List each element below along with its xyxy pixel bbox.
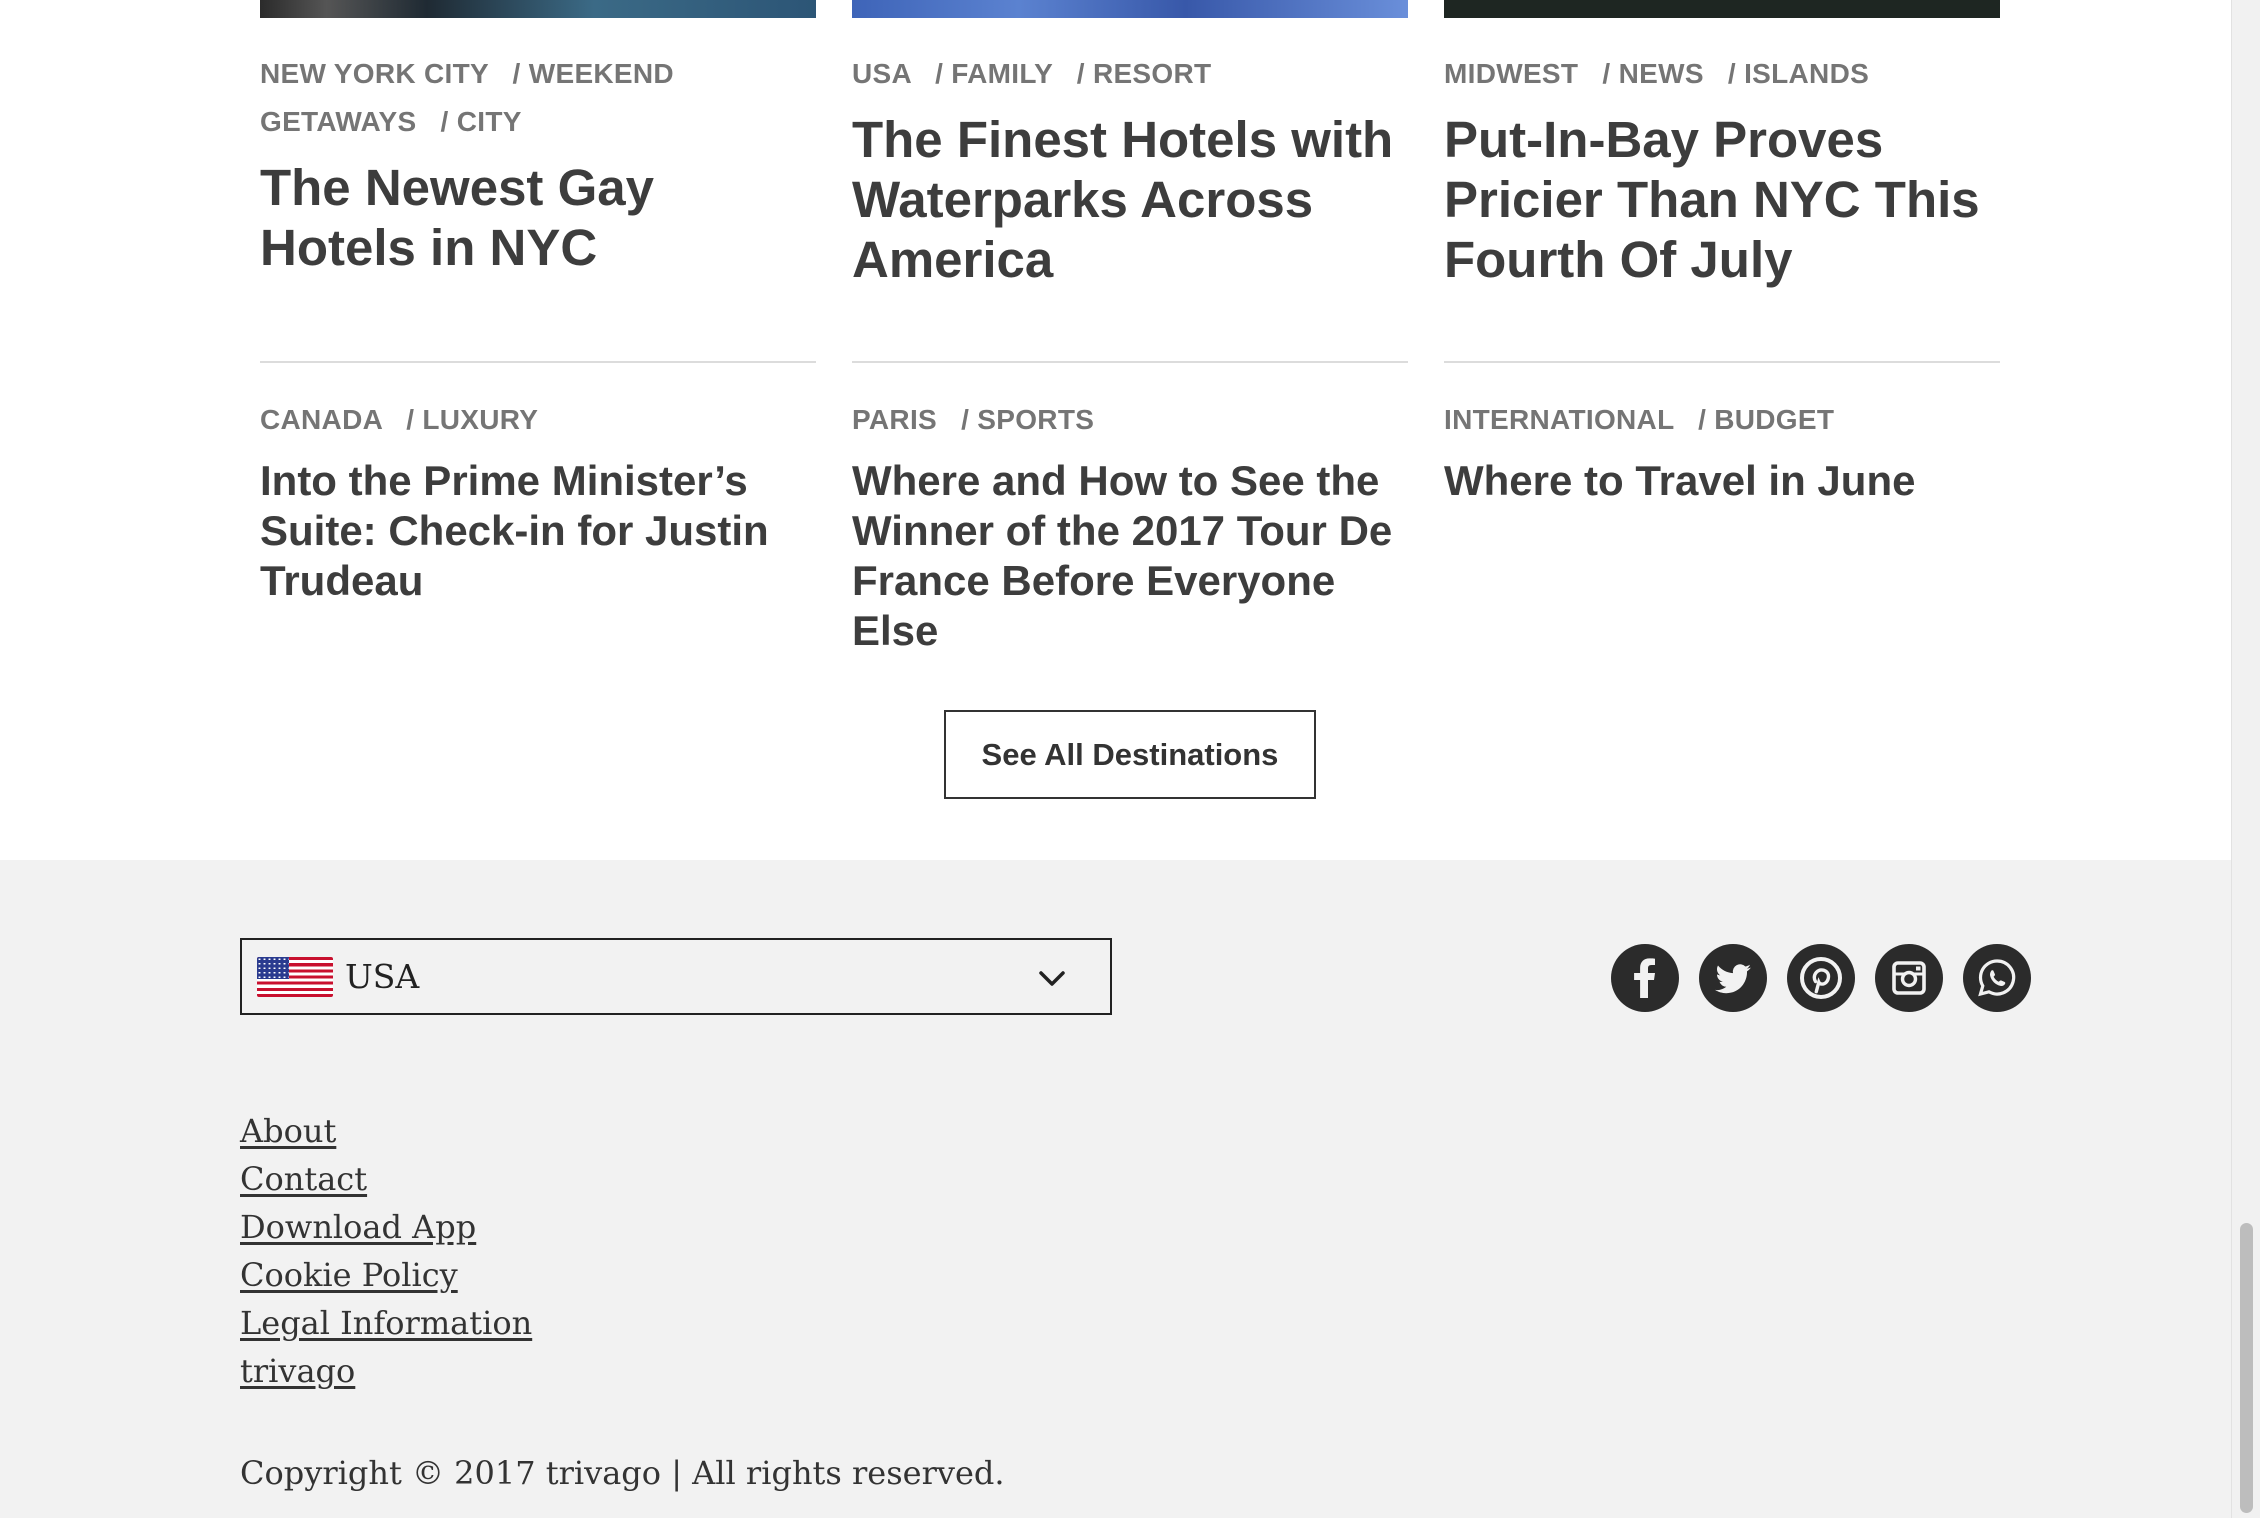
tag-separator: / [440, 106, 449, 137]
footer-link-about[interactable]: About [240, 1107, 532, 1155]
tag-link[interactable]: MIDWEST [1444, 58, 1578, 89]
instagram-icon[interactable] [1875, 944, 1943, 1012]
tag-separator: / [512, 58, 521, 89]
tag-link[interactable]: FAMILY [951, 58, 1052, 89]
tag-link[interactable]: LUXURY [422, 404, 538, 435]
scrollbar-thumb[interactable] [2240, 1223, 2253, 1513]
tag-link[interactable]: NEWS [1619, 58, 1704, 89]
tag-link[interactable]: ISLANDS [1744, 58, 1869, 89]
article-card[interactable]: USA / FAMILY / RESORT The Finest Hotels … [852, 50, 1408, 290]
article-title[interactable]: Where to Travel in June [1444, 456, 2000, 506]
tag-separator: / [935, 58, 944, 89]
country-select[interactable]: USA [240, 938, 1112, 1015]
article-card[interactable]: NEW YORK CITY / WEEKEND GETAWAYS / CITY … [260, 50, 816, 278]
article-image[interactable] [1444, 0, 2000, 18]
tag-separator: / [406, 404, 415, 435]
footer: USA About Contact Download App Cookie Po… [0, 860, 2231, 1518]
article-card[interactable]: CANADA / LUXURY Into the Prime Minister’… [260, 396, 816, 606]
article-tags: USA / FAMILY / RESORT [852, 50, 1408, 98]
tag-separator: / [1602, 58, 1611, 89]
footer-link-legal-information[interactable]: Legal Information [240, 1299, 532, 1347]
see-all-destinations-button[interactable]: See All Destinations [944, 710, 1316, 799]
tag-separator: / [1698, 404, 1707, 435]
articles-section: NEW YORK CITY / WEEKEND GETAWAYS / CITY … [0, 0, 2231, 860]
facebook-icon[interactable] [1611, 944, 1679, 1012]
tag-link[interactable]: CANADA [260, 404, 382, 435]
divider [260, 361, 816, 363]
scrollbar[interactable] [2231, 0, 2260, 1518]
tag-link[interactable]: NEW YORK CITY [260, 58, 488, 89]
article-title[interactable]: Where and How to See the Winner of the 2… [852, 456, 1408, 656]
article-title[interactable]: The Finest Hotels with Waterparks Across… [852, 110, 1408, 290]
footer-link-contact[interactable]: Contact [240, 1155, 532, 1203]
tag-link[interactable]: CITY [457, 106, 522, 137]
article-card[interactable]: INTERNATIONAL / BUDGET Where to Travel i… [1444, 396, 2000, 506]
article-tags: CANADA / LUXURY [260, 396, 816, 444]
tag-link[interactable]: RESORT [1093, 58, 1211, 89]
pinterest-icon[interactable] [1787, 944, 1855, 1012]
article-card[interactable]: PARIS / SPORTS Where and How to See the … [852, 396, 1408, 656]
tag-separator: / [1076, 58, 1085, 89]
twitter-icon[interactable] [1699, 944, 1767, 1012]
tag-link[interactable]: SPORTS [977, 404, 1094, 435]
article-title[interactable]: The Newest Gay Hotels in NYC [260, 158, 816, 278]
article-tags: PARIS / SPORTS [852, 396, 1408, 444]
tag-link[interactable]: BUDGET [1714, 404, 1834, 435]
page: NEW YORK CITY / WEEKEND GETAWAYS / CITY … [0, 0, 2260, 1518]
article-tags: MIDWEST / NEWS / ISLANDS [1444, 50, 2000, 98]
article-image[interactable] [260, 0, 816, 18]
tag-link[interactable]: PARIS [852, 404, 937, 435]
footer-link-download-app[interactable]: Download App [240, 1203, 532, 1251]
footer-links: About Contact Download App Cookie Policy… [240, 1107, 532, 1395]
country-select-value: USA [345, 957, 420, 996]
tag-link[interactable]: USA [852, 58, 911, 89]
article-card[interactable]: MIDWEST / NEWS / ISLANDS Put-In-Bay Prov… [1444, 50, 2000, 290]
footer-link-trivago[interactable]: trivago [240, 1347, 532, 1395]
tag-separator: / [1727, 58, 1736, 89]
article-tags: NEW YORK CITY / WEEKEND GETAWAYS / CITY [260, 50, 816, 146]
chevron-down-icon [1039, 971, 1065, 986]
article-tags: INTERNATIONAL / BUDGET [1444, 396, 2000, 444]
copyright-text: Copyright © 2017 trivago | All rights re… [240, 1454, 1005, 1492]
divider [1444, 361, 2000, 363]
article-title[interactable]: Put-In-Bay Proves Pricier Than NYC This … [1444, 110, 2000, 290]
tag-link[interactable]: INTERNATIONAL [1444, 404, 1674, 435]
divider [852, 361, 1408, 363]
footer-link-cookie-policy[interactable]: Cookie Policy [240, 1251, 532, 1299]
article-title[interactable]: Into the Prime Minister’s Suite: Check-i… [260, 456, 816, 606]
article-image[interactable] [852, 0, 1408, 18]
tag-separator: / [961, 404, 970, 435]
us-flag-icon [257, 956, 333, 997]
whatsapp-icon[interactable] [1963, 944, 2031, 1012]
